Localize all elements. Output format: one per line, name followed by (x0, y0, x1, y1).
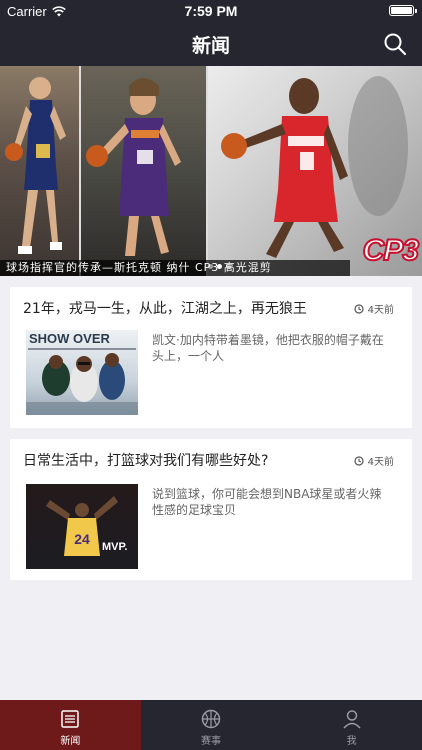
banner-carousel[interactable]: CP3 球场指挥官的传承—斯托克顿 纳什 CP3 高光混剪 (0, 66, 422, 276)
battery-icon (389, 5, 417, 16)
thumbnail-garnett-image: SHOW OVER (26, 331, 138, 415)
cp3-badge-logo: CP3 (362, 233, 420, 268)
search-icon[interactable] (382, 31, 408, 57)
thumbnail-kobe-image: 24 MVP. (46, 496, 127, 556)
banner-caption-bar: 球场指挥官的传承—斯托克顿 纳什 CP3 高光混剪 (0, 260, 350, 276)
thumbnail-headline: SHOW OVER (29, 331, 111, 346)
status-bar: Carrier 7:59 PM (0, 0, 422, 22)
article-title: 日常生活中，打篮球对我们有哪些好处? (23, 453, 269, 469)
tab-news[interactable]: 新闻 (0, 700, 141, 750)
page-indicator[interactable] (208, 264, 231, 269)
basketball-icon (201, 709, 221, 729)
article-card-basketball-benefits[interactable]: 日常生活中，打篮球对我们有哪些好处? 4天前 24 MVP. 说到篮球，你可能会… (10, 439, 412, 580)
player-paul-image (221, 76, 408, 258)
article-description: 凯文·加内特带着墨镜，他把衣服的帽子戴在头上，一个人 (152, 333, 384, 363)
article-thumbnail: SHOW OVER (26, 330, 138, 415)
tab-news-label: 新闻 (60, 736, 81, 747)
tab-games-label: 赛事 (201, 736, 221, 747)
navigation-bar: 新闻 (0, 22, 422, 66)
thumbnail-caption: MVP. (102, 541, 127, 553)
article-description: 说到篮球，你可能会想到NBA球星或者火辣性感的足球宝贝 (152, 487, 382, 517)
tab-me-label: 我 (346, 736, 357, 747)
banner-caption: 球场指挥官的传承—斯托克顿 纳什 CP3 高光混剪 (6, 261, 272, 274)
person-icon (343, 710, 361, 729)
article-title: 21年，戎马一生，从此，江湖之上，再无狼王 (23, 301, 307, 317)
banner-panel-stockton (0, 66, 79, 276)
article-time: 4天前 (354, 453, 394, 468)
clock-icon (354, 455, 364, 466)
tab-bar: 新闻 赛事 我 (0, 700, 422, 750)
page-dot[interactable] (226, 264, 231, 269)
page-title: 新闻 (191, 35, 230, 57)
tab-me[interactable]: 我 (281, 700, 422, 750)
player-stockton-image (5, 77, 66, 254)
player-nash-image (86, 78, 181, 256)
article-time-label: 4天前 (367, 457, 394, 468)
thumbnail-jersey-number: 24 (74, 531, 90, 547)
news-icon (61, 710, 80, 728)
status-time: 7:59 PM (184, 3, 238, 19)
article-card-garnett[interactable]: 21年，戎马一生，从此，江湖之上，再无狼王 4天前 SHOW OVER 凯文·加… (10, 287, 412, 428)
page-dot[interactable] (208, 264, 213, 269)
banner-panel-paul: CP3 (206, 66, 422, 276)
article-time-label: 4天前 (367, 305, 394, 316)
article-time: 4天前 (354, 301, 394, 316)
clock-icon (354, 303, 364, 314)
banner-panel-nash (79, 66, 206, 276)
article-thumbnail: 24 MVP. (26, 484, 138, 569)
tab-games[interactable]: 赛事 (141, 700, 282, 750)
page-dot-active[interactable] (217, 264, 222, 269)
